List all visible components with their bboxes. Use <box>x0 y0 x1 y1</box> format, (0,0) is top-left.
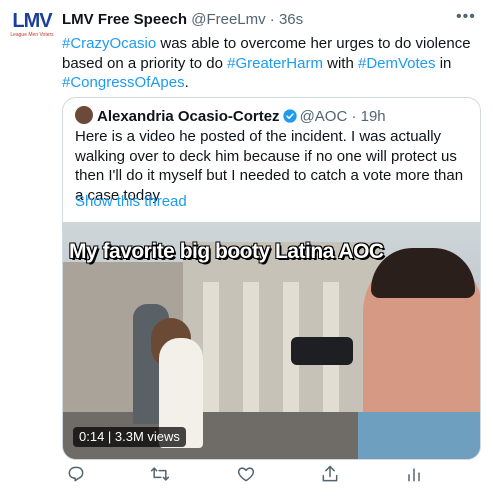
reply-icon[interactable] <box>64 462 88 486</box>
more-horizontal-icon[interactable]: ••• <box>456 8 476 26</box>
avatar-logo-subtext: League Men Voters <box>10 32 54 38</box>
avatar-logo-text: LMV <box>12 10 52 32</box>
author-handle[interactable]: @FreeLmv · 36s <box>191 11 303 28</box>
verified-badge-icon <box>282 108 298 124</box>
hashtag-link[interactable]: #CongressOfApes <box>62 74 185 91</box>
video-column <box>243 282 259 432</box>
avatar[interactable]: LMV League Men Voters <box>10 10 54 66</box>
video-person-right-shirt <box>358 412 480 459</box>
quoted-tweet-header: Alexandria Ocasio-Cortez @AOC · 19h <box>75 106 386 127</box>
hashtag-link[interactable]: #GreaterHarm <box>227 55 323 72</box>
like-icon[interactable] <box>234 462 258 486</box>
video-caption-overlay: My favorite big booty Latina AOC <box>69 240 384 263</box>
hashtag-link[interactable]: #CrazyOcasio <box>62 35 156 52</box>
tweet-text: with <box>322 54 358 72</box>
quoted-avatar[interactable] <box>75 106 93 124</box>
share-icon[interactable] <box>318 462 342 486</box>
hashtag-link[interactable]: #DemVotes <box>358 55 436 72</box>
tweet-text: . <box>184 74 189 91</box>
analytics-icon[interactable] <box>402 462 426 486</box>
tweet-body: #CrazyOcasio was able to overcome her ur… <box>62 34 482 93</box>
quoted-tweet[interactable]: Alexandria Ocasio-Cortez @AOC · 19h Here … <box>62 97 481 460</box>
tweet[interactable]: LMV League Men Voters LMV Free Speech @F… <box>0 0 493 500</box>
show-thread-link[interactable]: Show this thread <box>75 192 187 212</box>
video-car <box>291 337 353 365</box>
quoted-author-handle[interactable]: @AOC · 19h <box>300 108 386 125</box>
tweet-text: in <box>435 54 452 72</box>
author-name[interactable]: LMV Free Speech <box>62 11 187 28</box>
video-duration-views-badge: 0:14 | 3.3M views <box>73 427 186 447</box>
tweet-actions <box>62 462 482 486</box>
quoted-author-name[interactable]: Alexandria Ocasio-Cortez <box>97 108 280 125</box>
video-column <box>203 282 219 432</box>
video-player[interactable]: My favorite big booty Latina AOC 0:14 | … <box>63 222 480 459</box>
retweet-icon[interactable] <box>148 462 172 486</box>
tweet-header: LMV Free Speech @FreeLmv · 36s <box>62 10 303 30</box>
